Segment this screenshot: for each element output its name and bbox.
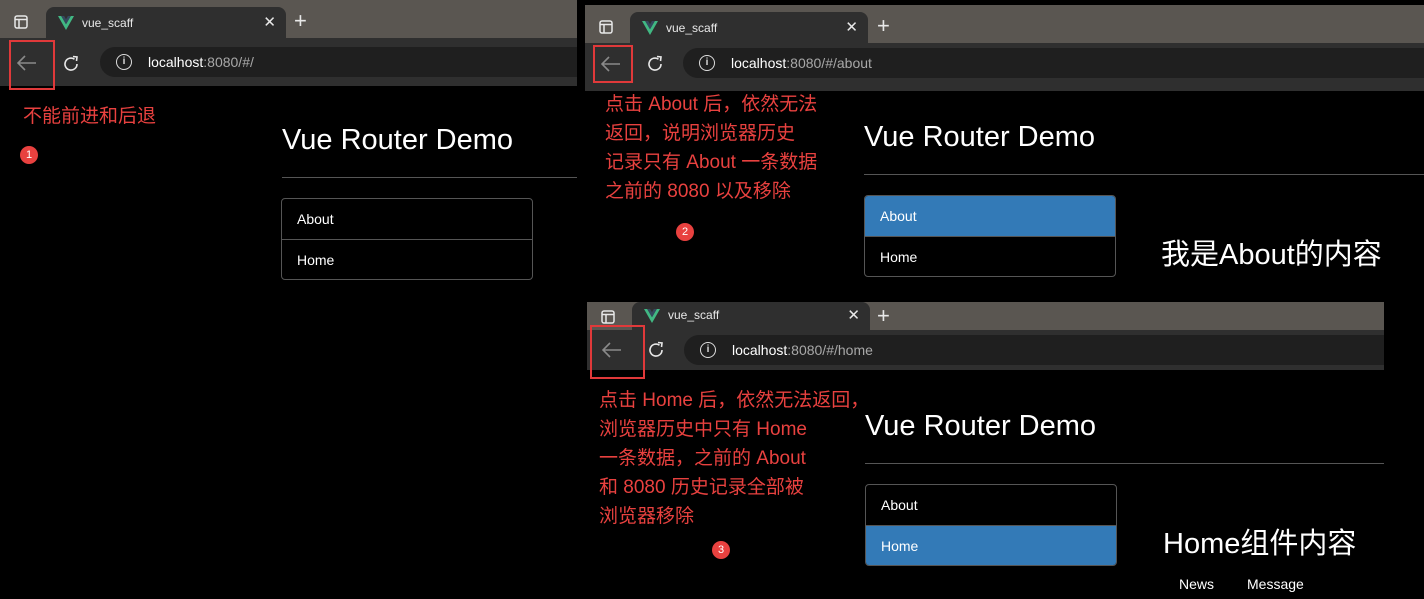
- page-title: Vue Router Demo: [865, 410, 1097, 442]
- nav-list: About Home: [864, 195, 1116, 277]
- note-line: 点击 Home 后，依然无法返回，: [599, 390, 870, 411]
- close-icon[interactable]: ✕: [847, 306, 860, 324]
- page-title: Vue Router Demo: [864, 121, 1096, 153]
- note-line: 和 8080 历史记录全部被: [599, 477, 804, 498]
- note-line: 浏览器移除: [599, 506, 695, 527]
- close-icon[interactable]: ✕: [263, 13, 276, 31]
- tab-strip: vue_scaff ✕ +: [587, 302, 1384, 330]
- nav-link-message[interactable]: Message: [1247, 576, 1304, 592]
- vue-logo-icon: [58, 16, 74, 30]
- tab-actions-icon[interactable]: [599, 20, 613, 34]
- back-button-highlight: [9, 40, 55, 90]
- tab-strip: vue_scaff ✕ +: [585, 5, 1424, 43]
- divider: [864, 174, 1424, 175]
- browser-toolbar: i localhost:8080/#/home: [587, 330, 1384, 370]
- nav-item-about[interactable]: About: [866, 485, 1116, 525]
- browser-toolbar: i localhost:8080/#/: [0, 38, 577, 86]
- route-content: Home组件内容: [1163, 528, 1357, 560]
- note-line: 浏览器历史中只有 Home: [599, 419, 807, 440]
- tab-title: vue_scaff: [666, 21, 718, 35]
- tab-actions-icon[interactable]: [14, 15, 28, 29]
- tab-actions-icon[interactable]: [601, 310, 615, 324]
- address-bar[interactable]: i localhost:8080/#/home: [684, 335, 1384, 365]
- nav-item-home[interactable]: Home: [865, 236, 1115, 276]
- tab-strip: vue_scaff ✕ +: [0, 0, 577, 38]
- address-bar[interactable]: i localhost:8080/#/: [100, 47, 577, 77]
- step-badge-3: 3: [712, 541, 730, 559]
- divider: [282, 177, 577, 178]
- browser-tab[interactable]: vue_scaff ✕: [630, 12, 868, 43]
- back-button-highlight: [593, 45, 633, 83]
- new-tab-icon[interactable]: +: [877, 15, 890, 37]
- browser-panel-1: vue_scaff ✕ + i localhost:8080/#/ 不能前进和后…: [0, 0, 577, 599]
- annotation-note-3: 点击 Home 后，依然无法返回， 浏览器历史中只有 Home 一条数据，之前的…: [599, 386, 869, 531]
- note-line: 之前的 8080 以及移除: [605, 181, 791, 202]
- browser-tab[interactable]: vue_scaff ✕: [46, 7, 286, 38]
- address-bar[interactable]: i localhost:8080/#/about: [683, 48, 1424, 78]
- reload-icon[interactable]: [646, 55, 664, 73]
- nav-item-home[interactable]: Home: [282, 239, 532, 279]
- vue-logo-icon: [642, 21, 658, 35]
- nav-item-about[interactable]: About: [282, 199, 532, 239]
- close-icon[interactable]: ✕: [845, 18, 858, 36]
- new-tab-icon[interactable]: +: [294, 10, 307, 32]
- reload-icon[interactable]: [62, 55, 80, 73]
- note-line: 点击 About 后，依然无法: [605, 94, 818, 115]
- info-icon[interactable]: i: [699, 55, 715, 71]
- vue-logo-icon: [644, 309, 660, 323]
- nav-link-news[interactable]: News: [1179, 576, 1214, 592]
- note-line: 一条数据，之前的 About: [599, 448, 806, 469]
- step-badge-2: 2: [676, 223, 694, 241]
- reload-icon[interactable]: [647, 341, 665, 359]
- back-button-highlight: [590, 325, 645, 379]
- nav-item-home[interactable]: Home: [866, 525, 1116, 565]
- route-content: 我是About的内容: [1161, 239, 1382, 271]
- nav-list: About Home: [281, 198, 533, 280]
- annotation-note-1: 不能前进和后退: [23, 106, 157, 127]
- annotation-note-2: 点击 About 后，依然无法 返回，说明浏览器历史 记录只有 About 一条…: [605, 90, 817, 206]
- divider: [865, 463, 1384, 464]
- new-tab-icon[interactable]: +: [877, 305, 890, 327]
- browser-panel-3: vue_scaff ✕ + i localhost:8080/#/home 点击…: [587, 302, 1384, 599]
- info-icon[interactable]: i: [116, 54, 132, 70]
- url-text: localhost:8080/#/home: [732, 342, 873, 358]
- note-line: 记录只有 About 一条数据: [605, 152, 818, 173]
- step-badge-1: 1: [20, 146, 38, 164]
- note-line: 返回，说明浏览器历史: [605, 123, 796, 144]
- info-icon[interactable]: i: [700, 342, 716, 358]
- nav-list: About Home: [865, 484, 1117, 566]
- tab-title: vue_scaff: [668, 308, 720, 322]
- tab-title: vue_scaff: [82, 16, 134, 30]
- page-title: Vue Router Demo: [282, 124, 514, 156]
- url-text: localhost:8080/#/about: [731, 55, 872, 71]
- url-text: localhost:8080/#/: [148, 54, 254, 70]
- nav-item-about[interactable]: About: [865, 196, 1115, 236]
- browser-toolbar: i localhost:8080/#/about: [585, 43, 1424, 91]
- browser-panel-2: vue_scaff ✕ + i localhost:8080/#/about 点…: [585, 5, 1424, 300]
- browser-tab[interactable]: vue_scaff ✕: [632, 302, 870, 330]
